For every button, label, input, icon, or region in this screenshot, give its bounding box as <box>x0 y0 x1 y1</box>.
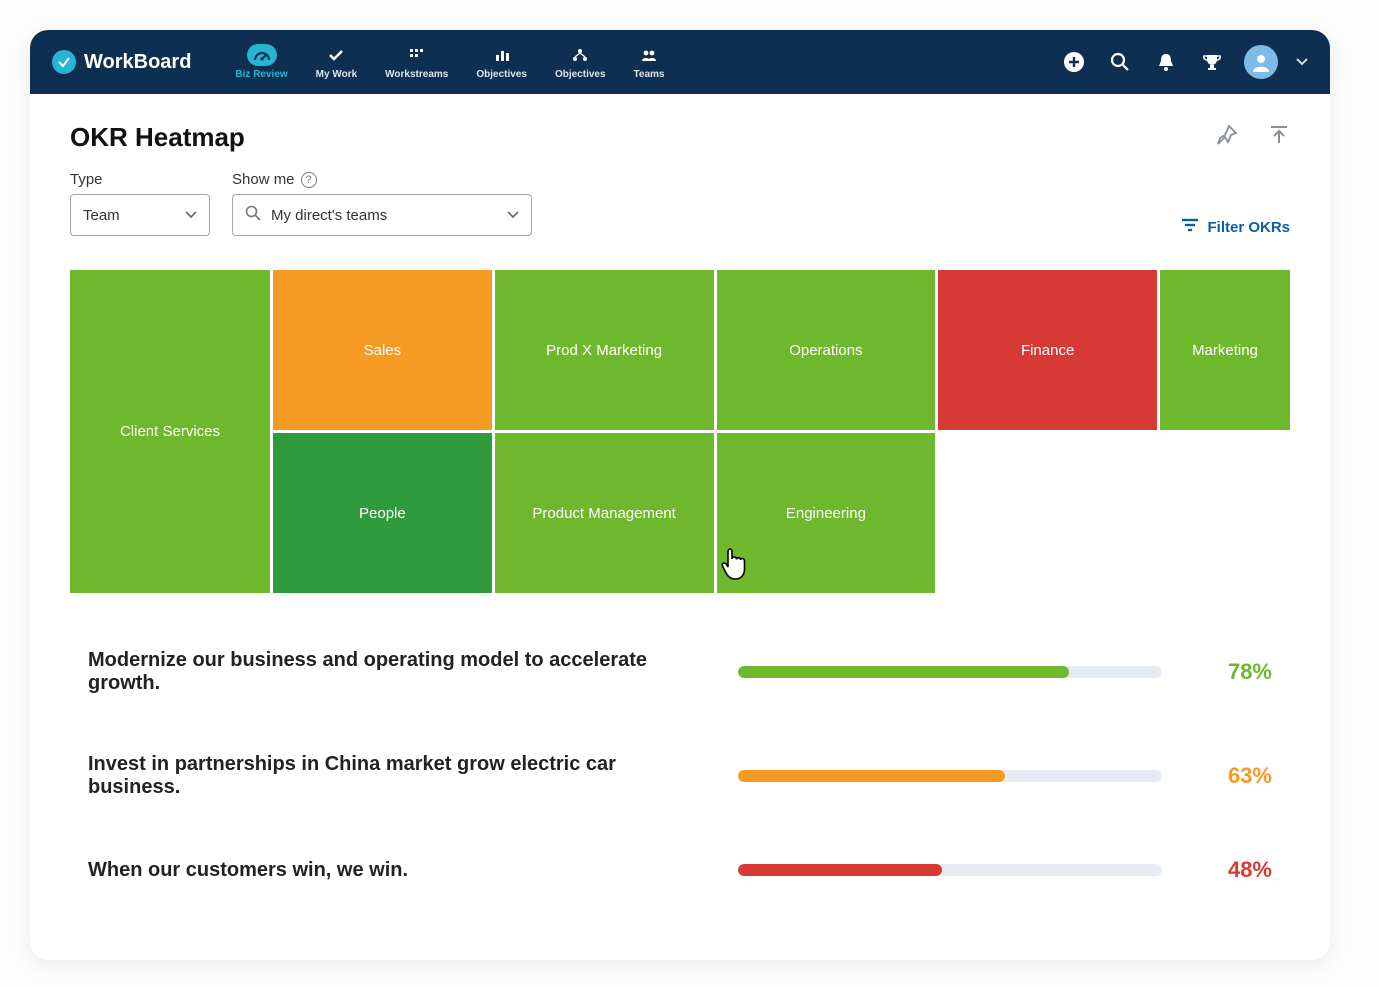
page-title: OKR Heatmap <box>70 122 245 153</box>
nav-right <box>1060 45 1308 79</box>
search-icon[interactable] <box>1106 48 1134 76</box>
filter-okrs-button[interactable]: Filter OKRs <box>1181 218 1290 236</box>
pin-icon[interactable] <box>1216 124 1238 151</box>
filter-okrs-label: Filter OKRs <box>1207 219 1290 236</box>
nav-biz-review[interactable]: Biz Review <box>235 44 287 80</box>
nav-label: My Work <box>316 69 358 80</box>
bars-icon <box>487 44 517 66</box>
type-select[interactable]: Team <box>70 194 210 236</box>
nav-teams[interactable]: Teams <box>634 44 665 80</box>
upload-icon[interactable] <box>1268 124 1290 151</box>
objective-text: Invest in partnerships in China market g… <box>88 753 708 799</box>
logo-icon <box>52 50 76 74</box>
nav-items: Biz Review My Work Workstreams Objective… <box>235 44 664 80</box>
check-icon <box>321 44 351 66</box>
user-avatar[interactable] <box>1244 45 1278 79</box>
objective-text: Modernize our business and operating mod… <box>88 649 708 695</box>
showme-filter-group: Show me ? My direct's teams <box>232 171 532 236</box>
people-icon <box>634 44 664 66</box>
app-logo[interactable]: WorkBoard <box>52 50 191 74</box>
nav-label: Workstreams <box>385 69 448 80</box>
objective-row[interactable]: When our customers win, we win. 48% <box>88 857 1272 883</box>
showme-select[interactable]: My direct's teams <box>232 194 532 236</box>
bell-icon[interactable] <box>1152 48 1180 76</box>
app-window: WorkBoard Biz Review My Work Workstreams <box>30 30 1330 960</box>
add-icon[interactable] <box>1060 48 1088 76</box>
heatmap-tile-sales[interactable]: Sales <box>273 270 492 430</box>
progress-percent: 48% <box>1192 857 1272 883</box>
heatmap-tile-client-services[interactable]: Client Services <box>70 270 270 593</box>
progress-bar <box>738 666 1162 678</box>
showme-label: Show me ? <box>232 171 532 188</box>
heatmap-grid: Sales Prod X Marketing Operations Financ… <box>70 270 1290 593</box>
progress-fill <box>738 666 1069 678</box>
chevron-down-icon <box>507 208 519 222</box>
filter-icon <box>1181 218 1199 236</box>
type-filter-group: Type Team <box>70 171 210 236</box>
title-row: OKR Heatmap <box>70 122 1290 153</box>
heatmap-tile-engineering[interactable]: Engineering <box>717 433 936 593</box>
progress-fill <box>738 864 942 876</box>
nav-label: Teams <box>634 69 665 80</box>
progress-fill <box>738 770 1005 782</box>
nav-my-work[interactable]: My Work <box>316 44 358 80</box>
chevron-down-icon <box>185 208 197 222</box>
objectives-list: Modernize our business and operating mod… <box>70 649 1290 883</box>
type-value: Team <box>83 207 120 224</box>
progress-bar <box>738 770 1162 782</box>
heatmap-tile-operations[interactable]: Operations <box>717 270 936 430</box>
progress-bar <box>738 864 1162 876</box>
heatmap-tile-product-management[interactable]: Product Management <box>495 433 714 593</box>
nav-label: Biz Review <box>235 69 287 80</box>
top-navbar: WorkBoard Biz Review My Work Workstreams <box>30 30 1330 94</box>
title-actions <box>1216 124 1290 151</box>
search-icon <box>245 205 261 225</box>
trophy-icon[interactable] <box>1198 48 1226 76</box>
nav-objectives-bars[interactable]: Objectives <box>476 44 527 80</box>
heatmap-tile-people[interactable]: People <box>273 433 492 593</box>
grid-icon <box>402 44 432 66</box>
app-name: WorkBoard <box>84 51 191 74</box>
heatmap-tile-finance[interactable]: Finance <box>938 270 1157 430</box>
heatmap-tile-marketing[interactable]: Marketing <box>1160 270 1290 430</box>
branch-icon <box>565 44 595 66</box>
objective-text: When our customers win, we win. <box>88 859 708 882</box>
nav-objectives-branch[interactable]: Objectives <box>555 44 606 80</box>
showme-value: My direct's teams <box>271 207 387 224</box>
nav-label: Objectives <box>555 69 606 80</box>
help-icon[interactable]: ? <box>301 172 317 188</box>
progress-percent: 63% <box>1192 763 1272 789</box>
nav-workstreams[interactable]: Workstreams <box>385 44 448 80</box>
chevron-down-icon[interactable] <box>1296 55 1308 69</box>
page-content: OKR Heatmap Type Team <box>30 94 1330 960</box>
heatmap-tile-prodx[interactable]: Prod X Marketing <box>495 270 714 430</box>
nav-label: Objectives <box>476 69 527 80</box>
progress-percent: 78% <box>1192 659 1272 685</box>
objective-row[interactable]: Modernize our business and operating mod… <box>88 649 1272 695</box>
type-label: Type <box>70 171 210 188</box>
filter-bar: Type Team Show me ? My direct' <box>70 171 1290 236</box>
objective-row[interactable]: Invest in partnerships in China market g… <box>88 753 1272 799</box>
gauge-icon <box>247 44 277 66</box>
